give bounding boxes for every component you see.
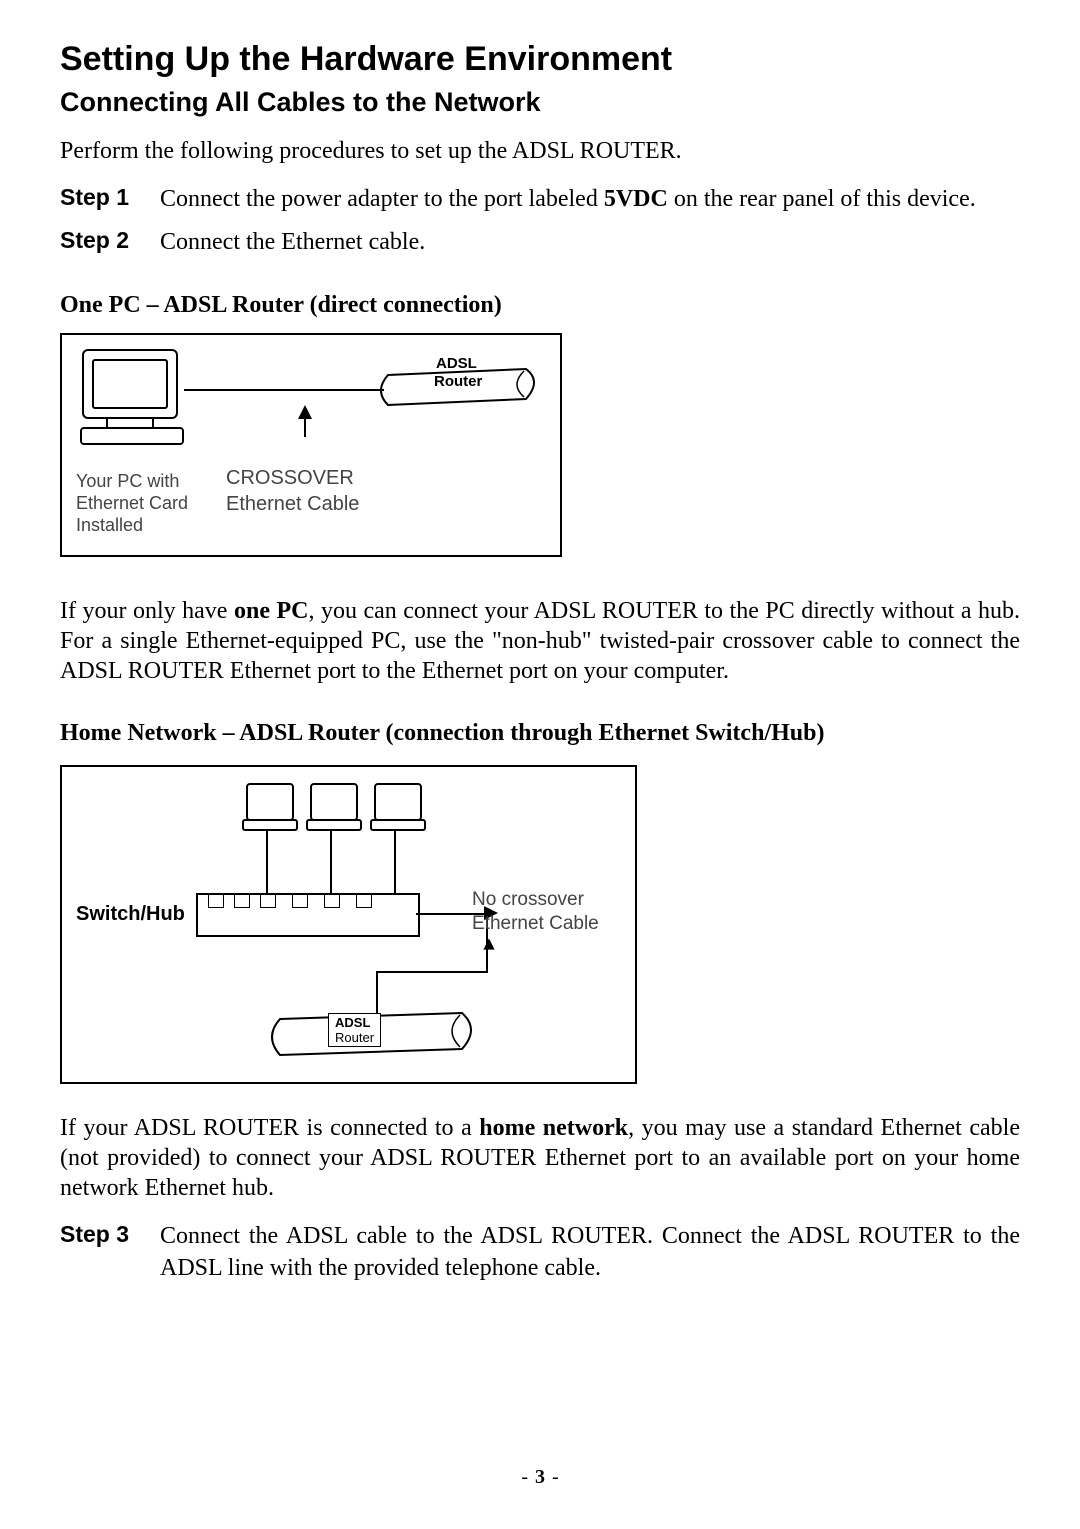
- arrow-up-icon: [298, 405, 312, 419]
- pc-label-l1: Your PC with: [76, 471, 179, 492]
- scenario-1-para-bold: one PC: [234, 598, 309, 624]
- router-2-label-bottom: Router: [335, 1030, 374, 1045]
- step-2: Step 2 Connect the Ethernet cable.: [60, 227, 1020, 258]
- step-1-text: Connect the power adapter to the port la…: [160, 184, 1020, 215]
- cable2-label-l2: Ethernet Cable: [472, 913, 599, 935]
- cable-label-l2: Ethernet Cable: [226, 493, 359, 516]
- scenario-2-para-bold: home network: [479, 1115, 628, 1141]
- hub-icon: [196, 893, 420, 937]
- pc-neck-icon: [106, 417, 154, 427]
- pc-3-base-icon: [370, 819, 426, 831]
- router-label-top: ADSL: [436, 355, 477, 372]
- scenario-1-para-before: If your only have: [60, 598, 234, 624]
- cable-label-l1: CROSSOVER: [226, 467, 354, 490]
- pc-2-icon: [310, 783, 358, 821]
- hub-port-5-icon: [324, 895, 340, 908]
- step-1-text-before: Connect the power adapter to the port la…: [160, 186, 604, 212]
- scenario-2-para-before: If your ADSL ROUTER is connected to a: [60, 1115, 479, 1141]
- step-3: Step 3 Connect the ADSL cable to the ADS…: [60, 1221, 1020, 1283]
- router-2-label-box: ADSL Router: [328, 1013, 381, 1047]
- hub-port-3-icon: [260, 895, 276, 908]
- step-3-label: Step 3: [60, 1221, 160, 1283]
- scenario-2-paragraph: If your ADSL ROUTER is connected to a ho…: [60, 1113, 1020, 1203]
- pc-label-l2: Ethernet Card: [76, 493, 188, 514]
- pc-1-icon: [246, 783, 294, 821]
- step-2-label: Step 2: [60, 227, 160, 258]
- page-subtitle: Connecting All Cables to the Network: [60, 87, 1020, 118]
- hub-out-h2-icon: [376, 971, 488, 973]
- cable2-label-l1: No crossover: [472, 889, 584, 911]
- switch-label: Switch/Hub: [76, 903, 185, 926]
- step-3-text: Connect the ADSL cable to the ADSL ROUTE…: [160, 1221, 1020, 1283]
- pc-monitor-icon: [82, 349, 178, 419]
- step-1-bold: 5VDC: [604, 186, 668, 212]
- footer-dash-right: -: [550, 1466, 561, 1488]
- cable-line-icon: [184, 389, 384, 391]
- hub-port-2-icon: [234, 895, 250, 908]
- step-1-label: Step 1: [60, 184, 160, 215]
- step-2-text: Connect the Ethernet cable.: [160, 227, 1020, 258]
- pc-3-icon: [374, 783, 422, 821]
- arrow-stem-icon: [304, 419, 306, 437]
- pc3-line-icon: [394, 831, 396, 893]
- scenario-1-paragraph: If your only have one PC, you can connec…: [60, 596, 1020, 686]
- hub-port-1-icon: [208, 895, 224, 908]
- router-label-bottom: Router: [434, 373, 482, 390]
- pc1-line-icon: [266, 831, 268, 893]
- page-number: 3: [535, 1466, 545, 1488]
- scenario-2-heading: Home Network – ADSL Router (connection t…: [60, 720, 1020, 747]
- pc-1-base-icon: [242, 819, 298, 831]
- pc-screen-icon: [92, 359, 168, 409]
- page-title: Setting Up the Hardware Environment: [60, 40, 1020, 79]
- pc-base-icon: [80, 427, 184, 445]
- figure-1-canvas: ADSL Router Your PC with Ethernet Card I…: [76, 345, 546, 545]
- pc-label-l3: Installed: [76, 515, 143, 536]
- figure-2: Switch/Hub No crossover Ethernet Cable: [60, 765, 637, 1084]
- pc-2-base-icon: [306, 819, 362, 831]
- hub-port-4-icon: [292, 895, 308, 908]
- page-footer: - 3 -: [0, 1466, 1080, 1489]
- document-page: Setting Up the Hardware Environment Conn…: [0, 0, 1080, 1529]
- intro-paragraph: Perform the following procedures to set …: [60, 136, 1020, 166]
- arrow-up-2-icon: [483, 939, 494, 950]
- footer-dash-left: -: [519, 1466, 530, 1488]
- step-1-text-after: on the rear panel of this device.: [668, 186, 976, 212]
- scenario-1-heading: One PC – ADSL Router (direct connection): [60, 292, 1020, 319]
- pc2-line-icon: [330, 831, 332, 893]
- hub-port-6-icon: [356, 895, 372, 908]
- router-2-label-top: ADSL: [335, 1015, 374, 1030]
- step-1: Step 1 Connect the power adapter to the …: [60, 184, 1020, 215]
- figure-1: ADSL Router Your PC with Ethernet Card I…: [60, 333, 562, 557]
- figure-2-canvas: Switch/Hub No crossover Ethernet Cable: [76, 777, 621, 1072]
